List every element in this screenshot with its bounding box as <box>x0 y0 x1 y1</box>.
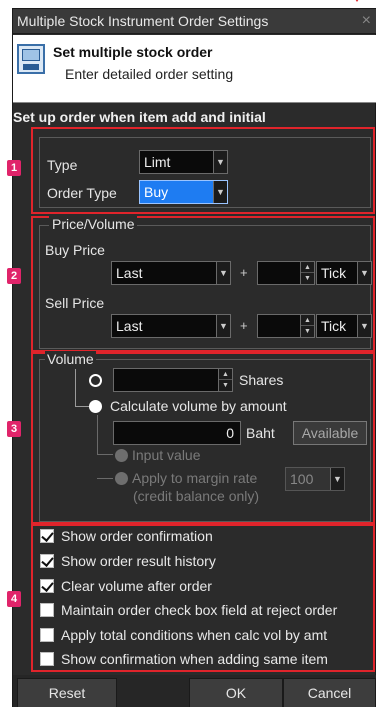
input-value-radio[interactable] <box>115 449 128 462</box>
order-settings-icon <box>17 44 45 74</box>
title-bar: Multiple Stock Instrument Order Settings… <box>13 9 376 34</box>
chevron-down-icon: ▼ <box>213 151 227 173</box>
plus-sign: + <box>240 318 248 333</box>
sell-price-label: Sell Price <box>45 295 105 311</box>
red-pointer-marker <box>350 0 364 2</box>
header-subtitle: Enter detailed order setting <box>65 66 234 82</box>
buy-tick-select[interactable]: Tick ▼ <box>316 261 372 285</box>
tree-connector <box>97 415 113 455</box>
ok-button[interactable]: OK <box>189 678 283 707</box>
margin-rate-radio[interactable] <box>115 472 128 485</box>
checkbox[interactable] <box>40 579 54 593</box>
checkbox[interactable] <box>40 652 54 666</box>
section-4-highlight <box>31 522 375 672</box>
chevron-down-icon: ▼ <box>216 262 230 284</box>
order-type-label: Order Type <box>47 185 117 201</box>
order-type-select[interactable]: Buy ▼ <box>139 180 228 204</box>
tree-connector <box>97 455 113 479</box>
badge-1: 1 <box>7 160 21 176</box>
checkbox[interactable] <box>40 529 54 543</box>
margin-rate-note: (credit balance only) <box>133 488 260 504</box>
tree-connector <box>75 369 89 407</box>
checkbox[interactable] <box>40 554 54 568</box>
calc-by-amount-label: Calculate volume by amount <box>110 398 287 414</box>
amount-field[interactable]: 0 <box>113 421 241 445</box>
reset-button[interactable]: Reset <box>17 678 117 707</box>
chevron-down-icon: ▼ <box>357 262 371 284</box>
type-select[interactable]: Limt ▼ <box>139 150 228 174</box>
chevron-down-icon: ▼ <box>330 468 344 490</box>
margin-rate-label: Apply to margin rate <box>132 470 258 486</box>
chevron-down-icon: ▼ <box>216 315 230 337</box>
chevron-down-icon: ▼ <box>357 315 371 337</box>
header-title: Set multiple stock order <box>53 44 213 60</box>
dialog-header: Set multiple stock order Enter detailed … <box>13 35 376 103</box>
checkbox[interactable] <box>40 603 54 617</box>
dialog-footer: Reset OK Cancel <box>13 675 376 707</box>
shares-stepper[interactable]: ▲ ▼ <box>113 368 233 392</box>
plus-sign: + <box>240 265 248 280</box>
order-settings-dialog: Multiple Stock Instrument Order Settings… <box>7 8 376 707</box>
badge-2: 2 <box>7 268 21 284</box>
close-icon[interactable]: × <box>362 12 371 30</box>
price-volume-title: Price/Volume <box>49 216 138 232</box>
buy-tick-stepper[interactable]: ▲ ▼ <box>257 261 315 285</box>
baht-label: Baht <box>246 425 275 441</box>
shares-radio[interactable] <box>89 374 102 387</box>
setup-section-label: Set up order when item add and initial <box>13 109 266 125</box>
checkbox[interactable] <box>40 628 54 642</box>
input-value-label: Input value <box>132 447 201 463</box>
shares-label: Shares <box>239 372 284 388</box>
calc-by-amount-radio[interactable] <box>89 400 102 413</box>
window-title: Multiple Stock Instrument Order Settings <box>17 13 269 29</box>
buy-price-label: Buy Price <box>45 242 105 258</box>
volume-label: Volume <box>45 351 96 367</box>
available-button[interactable]: Available <box>293 421 367 445</box>
margin-rate-select[interactable]: 100 ▼ <box>285 467 345 491</box>
type-label: Type <box>47 157 78 173</box>
chevron-down-icon: ▼ <box>213 181 227 203</box>
sell-price-select[interactable]: Last ▼ <box>111 314 231 338</box>
badge-4: 4 <box>7 591 21 607</box>
badge-3: 3 <box>7 421 21 437</box>
sell-tick-stepper[interactable]: ▲ ▼ <box>257 314 315 338</box>
sell-tick-select[interactable]: Tick ▼ <box>316 314 372 338</box>
cancel-button[interactable]: Cancel <box>283 678 376 707</box>
buy-price-select[interactable]: Last ▼ <box>111 261 231 285</box>
